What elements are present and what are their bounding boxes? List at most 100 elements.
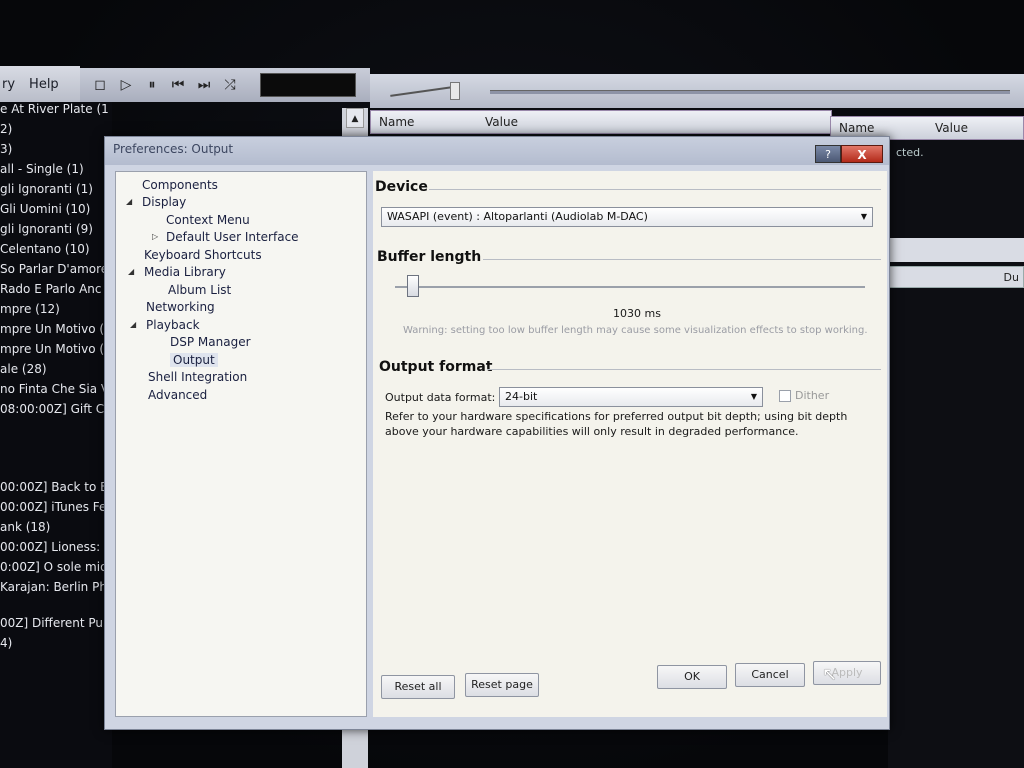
right-panel: [888, 140, 1024, 768]
output-format-selected: 24-bit: [505, 390, 538, 403]
tree-item-dsp-manager[interactable]: DSP Manager: [170, 335, 251, 349]
playlist-item[interactable]: 4): [0, 636, 12, 650]
random-icon[interactable]: ⤮: [220, 75, 240, 95]
section-divider: [487, 369, 881, 370]
menu-item-library[interactable]: ry: [2, 77, 15, 92]
pause-icon[interactable]: ⏸: [142, 75, 162, 95]
stop-icon[interactable]: ◻: [90, 75, 110, 95]
buffer-slider-track[interactable]: [395, 286, 865, 288]
tree-item-components[interactable]: Components: [142, 178, 218, 192]
device-section-title: Device: [375, 179, 428, 195]
tree-item-display[interactable]: Display: [142, 195, 186, 209]
preferences-tree: Components ◢ Display Context Menu ▷ Defa…: [115, 171, 367, 717]
buffer-value: 1030 ms: [613, 307, 661, 320]
tree-item-album-list[interactable]: Album List: [168, 283, 231, 297]
tree-item-networking[interactable]: Networking: [146, 300, 215, 314]
tree-item-default-ui[interactable]: Default User Interface: [166, 230, 299, 244]
output-format-section-title: Output format: [379, 359, 493, 375]
desktop-screen: ry Help ◻ ▷ ⏸ ⏮ ⏭ ⤮ e At River Plate (1 2…: [0, 0, 1024, 768]
playlist-item[interactable]: So Parlar D'amore: [0, 262, 108, 276]
playlist-item[interactable]: Karajan: Berlin Phil: [0, 580, 114, 594]
dither-checkbox[interactable]: [779, 390, 791, 402]
playlist-item[interactable]: 3): [0, 142, 12, 156]
volume-handle[interactable]: [450, 82, 460, 100]
tree-item-context-menu[interactable]: Context Menu: [166, 213, 250, 227]
ok-button[interactable]: OK: [657, 665, 727, 689]
device-dropdown[interactable]: WASAPI (event) : Altoparlanti (Audiolab …: [381, 207, 873, 227]
cancel-button[interactable]: Cancel: [735, 663, 805, 687]
playlist-item[interactable]: ank (18): [0, 520, 50, 534]
collapsed-arrow-icon[interactable]: ▷: [152, 232, 158, 241]
tree-item-output[interactable]: Output: [170, 353, 218, 367]
playlist-item[interactable]: ale (28): [0, 362, 47, 376]
tree-item-advanced[interactable]: Advanced: [148, 388, 207, 402]
visualization-display: [260, 73, 356, 97]
output-settings-pane: Device WASAPI (event) : Altoparlanti (Au…: [373, 171, 887, 717]
playlist-item[interactable]: no Finta Che Sia V: [0, 382, 109, 396]
preferences-dialog: Preferences: Output ? X Components ◢ Dis…: [104, 136, 890, 730]
section-divider: [429, 189, 881, 190]
playlist-item[interactable]: e At River Plate (1: [0, 102, 109, 116]
menu-item-help[interactable]: Help: [29, 77, 59, 92]
playlist-item[interactable]: Celentano (10): [0, 242, 90, 256]
column-value[interactable]: Value: [477, 115, 518, 129]
tree-item-shell-integration[interactable]: Shell Integration: [148, 370, 247, 384]
expanded-arrow-icon[interactable]: ◢: [130, 320, 136, 329]
playlist-item[interactable]: mpre Un Motivo (1: [0, 342, 112, 356]
output-format-label: Output data format:: [385, 391, 496, 404]
mouse-cursor-icon: ↖: [822, 664, 838, 685]
column-duration[interactable]: Du: [1004, 271, 1019, 284]
help-button[interactable]: ?: [815, 145, 841, 163]
buffer-warning: Warning: setting too low buffer length m…: [403, 325, 868, 336]
playlist-item[interactable]: 2): [0, 122, 12, 136]
playlist-item[interactable]: 00:00Z] Lioness: H: [0, 540, 113, 554]
previous-icon[interactable]: ⏮: [168, 75, 188, 95]
playlist-item[interactable]: mpre Un Motivo (1: [0, 322, 112, 336]
chevron-down-icon: ▼: [860, 212, 867, 221]
column-name[interactable]: Name: [371, 115, 477, 129]
playlist-item[interactable]: 08:00:00Z] Gift Clar: [0, 402, 120, 416]
playlist-panel: e At River Plate (1 2) 3) all - Single (1) g…: [0, 102, 120, 768]
playlist-item[interactable]: gli Ignoranti (9): [0, 222, 93, 236]
close-button[interactable]: X: [841, 145, 883, 163]
device-selected: WASAPI (event) : Altoparlanti (Audiolab …: [387, 210, 648, 223]
properties-header: Name Value: [370, 110, 832, 134]
playlist-item[interactable]: all - Single (1): [0, 162, 84, 176]
expanded-arrow-icon[interactable]: ◢: [128, 267, 134, 276]
output-format-note: Refer to your hardware specifications fo…: [385, 410, 848, 438]
next-icon[interactable]: ⏭: [194, 75, 214, 95]
play-icon[interactable]: ▷: [116, 75, 136, 95]
playlist-item[interactable]: 00:00Z] Back to Bla: [0, 480, 119, 494]
playlist-item[interactable]: mpre (12): [0, 302, 60, 316]
right-panel-text: cted.: [896, 146, 924, 159]
menu-bar: ry Help: [0, 66, 80, 102]
seek-volume-bar: [370, 74, 1024, 108]
reset-all-button[interactable]: Reset all: [381, 675, 455, 699]
playlist-item[interactable]: Rado E Parlo Anc: [0, 282, 101, 296]
column-name-2[interactable]: Name: [831, 121, 927, 135]
duration-header: Du: [888, 266, 1024, 288]
dialog-title: Preferences: Output: [113, 142, 234, 156]
playlist-item[interactable]: Gli Uomini (10): [0, 202, 90, 216]
expanded-arrow-icon[interactable]: ◢: [126, 197, 132, 206]
output-format-dropdown[interactable]: 24-bit ▼: [499, 387, 763, 407]
scroll-up-icon[interactable]: ▲: [346, 108, 364, 128]
tree-item-playback[interactable]: Playback: [146, 318, 200, 332]
buffer-section-title: Buffer length: [377, 249, 482, 265]
column-value-2[interactable]: Value: [927, 121, 968, 135]
playlist-item[interactable]: gli Ignoranti (1): [0, 182, 93, 196]
playlist-item[interactable]: 0:00Z] O sole mio -: [0, 560, 116, 574]
section-divider: [483, 259, 881, 260]
chevron-down-icon: ▼: [750, 392, 757, 401]
reset-page-button[interactable]: Reset page: [465, 673, 539, 697]
dialog-titlebar[interactable]: Preferences: Output ? X: [105, 137, 889, 165]
tree-item-media-library[interactable]: Media Library: [144, 265, 226, 279]
playback-toolbar: ◻ ▷ ⏸ ⏮ ⏭ ⤮: [80, 68, 370, 102]
seek-bar[interactable]: [490, 90, 1010, 94]
dither-label: Dither: [795, 389, 830, 402]
right-panel-strip: [888, 238, 1024, 262]
tree-item-keyboard-shortcuts[interactable]: Keyboard Shortcuts: [144, 248, 262, 262]
playlist-item[interactable]: 00Z] Different Pulse: [0, 616, 120, 630]
buffer-slider-handle[interactable]: [407, 275, 419, 297]
playlist-item[interactable]: 00:00Z] iTunes Fes: [0, 500, 113, 514]
